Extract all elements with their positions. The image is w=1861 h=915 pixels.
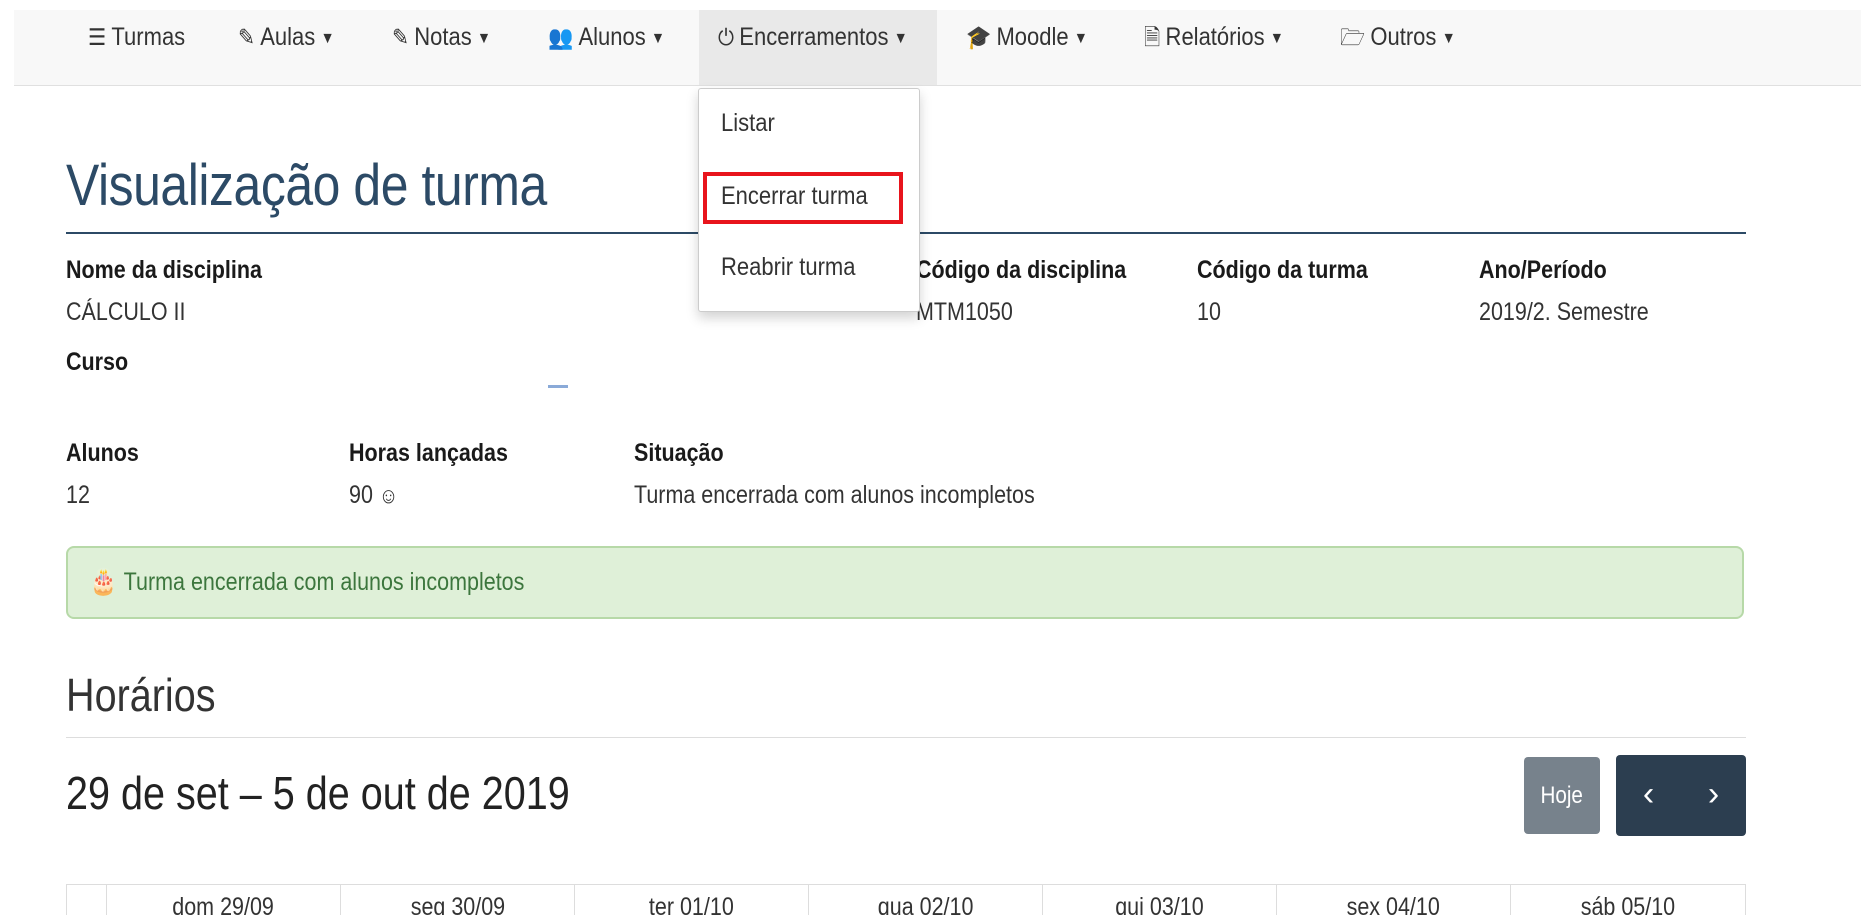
calendar-week-range: 29 de set – 5 de out de 2019 [66,767,570,819]
ano-periodo-label: Ano/Período [1479,256,1607,284]
nav-notas[interactable]: ✎ Notas ▼ [392,0,491,75]
folder-open-icon: 🗁 [1340,24,1366,50]
caret-down-icon: ▼ [651,30,665,47]
disciplina-label: Nome da disciplina [66,256,262,284]
status-alert: 🎂 Turma encerrada com alunos incompletos [66,546,1744,619]
calendar-day-header: dom 29/09 [106,885,340,915]
curso-value-artifact [548,385,568,388]
horas-label: Horas lançadas [349,439,508,467]
calendar-header: dom 29/09 seg 30/09 ter 01/10 qua 02/10 … [66,884,1746,915]
menu-item-encerrar-turma[interactable]: Encerrar turma [721,182,868,211]
nav-moodle[interactable]: 🎓 Moodle ▼ [966,0,1088,75]
pencil-icon: ✎ [238,24,255,50]
chevron-right-icon: › [1707,775,1720,813]
codigo-disciplina-label: Código da disciplina [916,256,1127,284]
page-title: Visualização de turma [66,153,547,218]
horas-value: 90 ☺ [349,481,399,509]
calendar-day-header: qua 02/10 [808,885,1042,915]
nav-turmas[interactable]: ☰ Turmas [88,0,185,75]
codigo-disciplina-value: MTM1050 [916,298,1013,326]
horarios-divider [66,737,1746,738]
caret-down-icon: ▼ [1269,30,1284,47]
calendar-day-header: sáb 05/10 [1510,885,1746,915]
caret-down-icon: ▼ [1073,30,1088,47]
codigo-turma-value: 10 [1197,298,1221,326]
horarios-heading: Horários [66,669,216,721]
prev-week-button[interactable]: ‹ [1616,755,1681,836]
users-icon: 👥 [548,24,574,50]
file-icon: 🗎 [1144,24,1161,50]
pencil-icon: ✎ [392,24,409,50]
smile-icon: ☺ [378,483,399,508]
calendar-day-header: ter 01/10 [574,885,808,915]
calendar-day-header: seg 30/09 [340,885,574,915]
nav-outros[interactable]: 🗁 Outros ▼ [1340,0,1456,75]
calendar-day-header: qui 03/10 [1042,885,1276,915]
alunos-label: Alunos [66,439,139,467]
calendar-nav-group: ‹ › [1616,755,1746,836]
situacao-label: Situação [634,439,724,467]
curso-label: Curso [66,348,129,376]
nav-encerramentos[interactable]: ⏻ Encerramentos ▼ [718,0,908,75]
codigo-turma-label: Código da turma [1197,256,1368,284]
calendar-corner-cell [66,885,106,915]
list-icon: ☰ [88,24,107,50]
alunos-value: 12 [66,481,90,509]
graduation-cap-icon: 🎓 [966,24,992,50]
next-week-button[interactable]: › [1681,755,1746,836]
disciplina-value: CÁLCULO II [66,298,186,326]
birthday-cake-icon: 🎂 [90,568,117,596]
today-button[interactable]: Hoje [1524,757,1600,834]
power-icon: ⏻ [718,24,735,50]
situacao-value: Turma encerrada com alunos incompletos [634,481,1035,509]
nav-alunos[interactable]: 👥 Alunos ▼ [548,0,665,75]
alert-message: Turma encerrada com alunos incompletos [123,568,525,596]
caret-down-icon: ▼ [320,30,335,47]
chevron-left-icon: ‹ [1642,775,1655,813]
menu-item-listar[interactable]: Listar [721,109,775,138]
menu-item-reabrir-turma[interactable]: Reabrir turma [721,253,855,282]
caret-down-icon: ▼ [477,30,491,47]
caret-down-icon: ▼ [1441,30,1456,47]
ano-periodo-value: 2019/2. Semestre [1479,298,1649,326]
calendar-day-header: sex 04/10 [1276,885,1510,915]
caret-down-icon: ▼ [893,30,908,47]
nav-relatorios[interactable]: 🗎 Relatórios ▼ [1144,0,1284,75]
encerramentos-dropdown: Listar Encerrar turma Reabrir turma [698,88,920,312]
nav-aulas[interactable]: ✎ Aulas ▼ [238,0,335,75]
